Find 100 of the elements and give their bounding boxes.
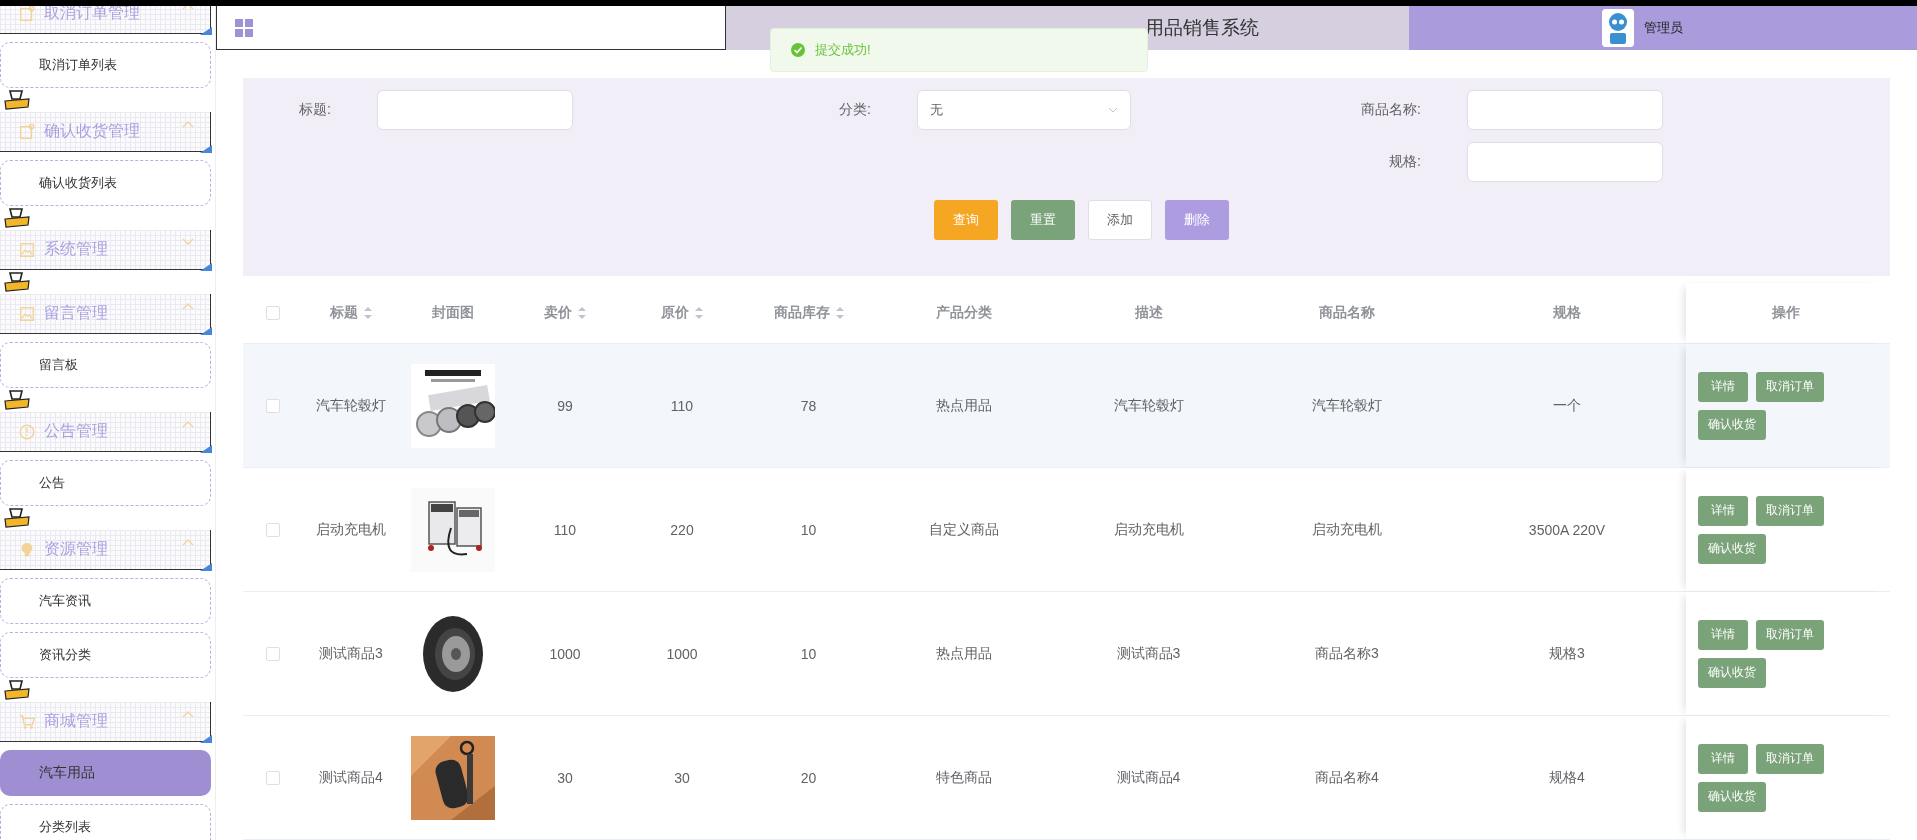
action-button[interactable]: 取消订单 xyxy=(1756,743,1824,774)
action-button[interactable]: 确认收货 xyxy=(1698,657,1766,688)
row-checkbox[interactable] xyxy=(266,646,280,661)
table-cell: 110 xyxy=(670,397,694,414)
field-label: 商品名称: xyxy=(1360,101,1421,119)
action-button[interactable]: 详情 xyxy=(1698,371,1748,402)
menu-item[interactable]: 留言板 xyxy=(0,342,211,388)
menu-group-header[interactable]: 确认收货管理 xyxy=(0,112,211,152)
menu-item[interactable]: 汽车用品 xyxy=(0,750,211,796)
input-field[interactable] xyxy=(1467,142,1663,182)
column-header: 封面图 xyxy=(432,304,474,322)
menu-group-header[interactable]: 系统管理 xyxy=(0,230,211,270)
table-row[interactable]: 测试商品3 1000 1000 10 热点用品 测试商品3 商品名称3 规格3 详情 取消订单 确认收货 xyxy=(243,592,1890,716)
menu-item[interactable]: 取消订单列表 xyxy=(0,42,211,88)
menu-item[interactable]: 汽车资讯 xyxy=(0,578,211,624)
corner-fold-icon xyxy=(200,27,212,35)
check-circle-icon xyxy=(791,43,805,57)
column-header[interactable]: 卖价 xyxy=(544,304,572,322)
column-header[interactable]: 商品库存 xyxy=(773,304,830,322)
table-cell: 1000 xyxy=(549,645,581,662)
menu-group-header[interactable]: 公告管理 xyxy=(0,412,211,452)
table-cell: 测试商品3 xyxy=(319,644,383,663)
cart-icon xyxy=(18,712,36,731)
caret-up-icon xyxy=(182,120,194,128)
table-cell: 测试商品4 xyxy=(319,768,383,787)
table-cell: 商品名称4 xyxy=(1315,768,1379,787)
table-cell: 测试商品4 xyxy=(1116,768,1181,787)
action-button[interactable]: 确认收货 xyxy=(1698,533,1766,564)
binder-clip-icon xyxy=(4,207,30,229)
table-cell: 110 xyxy=(553,521,577,538)
menu-item[interactable]: 资讯分类 xyxy=(0,632,211,678)
table-row[interactable]: 启动充电机 110 220 10 自定义商品 启动充电机 启动充电机 3500A 220V 详情 取消订单 确认收货 xyxy=(243,468,1890,592)
action-button[interactable]: 详情 xyxy=(1698,743,1748,774)
corner-fold-icon xyxy=(200,563,212,571)
action-button[interactable]: 取消订单 xyxy=(1756,371,1824,402)
action-button[interactable]: 确认收货 xyxy=(1698,781,1766,812)
caret-down-icon xyxy=(182,238,194,246)
query-button[interactable]: 查询 xyxy=(934,200,998,240)
sort-icon[interactable] xyxy=(364,307,372,319)
table-cell: 1000 xyxy=(666,645,698,662)
note-icon xyxy=(18,122,36,141)
table-cell: 3500A 220V xyxy=(1528,521,1606,538)
info-icon xyxy=(18,422,36,441)
input-field[interactable] xyxy=(377,90,573,130)
sort-icon[interactable] xyxy=(835,307,844,319)
input-field[interactable] xyxy=(1467,90,1663,130)
delete-button[interactable]: 删除 xyxy=(1165,200,1229,240)
column-header: 规格 xyxy=(1553,304,1581,322)
table-cell: 汽车轮毂灯 xyxy=(1312,396,1382,415)
binder-clip-icon xyxy=(4,89,30,111)
table-cell: 热点用品 xyxy=(935,644,992,663)
binder-clip-icon xyxy=(4,389,30,411)
table-cell: 规格4 xyxy=(1549,768,1585,787)
field-label: 标题: xyxy=(298,101,331,119)
binder-clip-icon xyxy=(4,271,30,293)
table-cell: 测试商品3 xyxy=(1116,644,1181,663)
table-cell: 规格3 xyxy=(1549,644,1585,663)
sort-icon[interactable] xyxy=(695,307,703,319)
table-cell: 20 xyxy=(800,769,817,786)
reset-button[interactable]: 重置 xyxy=(1011,200,1075,240)
table-cell: 自定义商品 xyxy=(928,520,999,539)
menu-item[interactable]: 公告 xyxy=(0,460,211,506)
menu-item[interactable]: 确认收货列表 xyxy=(0,160,211,206)
user-name[interactable]: 管理员 xyxy=(1644,19,1683,37)
column-header: 操作 xyxy=(1772,304,1800,322)
caret-up-icon xyxy=(182,538,194,546)
table-row[interactable]: 汽车轮毂灯 99 110 78 热点用品 汽车轮毂灯 汽车轮毂灯 一个 详情 取消订单 确认收货 xyxy=(243,344,1890,468)
toast-message: 提交成功! xyxy=(815,41,871,59)
menu-icon[interactable] xyxy=(235,18,253,37)
column-header[interactable]: 标题 xyxy=(330,304,358,322)
action-button[interactable]: 取消订单 xyxy=(1756,495,1824,526)
action-button[interactable]: 取消订单 xyxy=(1756,619,1824,650)
column-header[interactable]: 原价 xyxy=(661,304,689,322)
sort-icon[interactable] xyxy=(578,307,586,319)
table-row[interactable]: 测试商品4 30 30 20 特色商品 测试商品4 商品名称4 规格4 详情 取消订单 确认收货 xyxy=(243,716,1890,840)
robot-avatar-icon xyxy=(1602,9,1634,47)
select-all-checkbox[interactable] xyxy=(266,306,280,320)
chevron-down-icon xyxy=(1108,107,1118,113)
row-checkbox[interactable] xyxy=(266,770,280,785)
row-checkbox[interactable] xyxy=(266,522,280,537)
menu-group-header[interactable]: 商城管理 xyxy=(0,702,211,742)
image-icon xyxy=(18,304,36,323)
add-button[interactable]: 添加 xyxy=(1088,200,1152,240)
action-button[interactable]: 详情 xyxy=(1698,495,1748,526)
menu-group-header[interactable]: 资源管理 xyxy=(0,530,211,570)
corner-fold-icon xyxy=(200,445,212,453)
menu-item[interactable]: 分类列表 xyxy=(0,804,211,840)
binder-clip-icon xyxy=(4,507,30,529)
table-cell: 热点用品 xyxy=(935,396,992,415)
category-select[interactable]: 无 xyxy=(917,90,1131,130)
field-label: 分类: xyxy=(838,101,871,119)
corner-fold-icon xyxy=(200,263,212,271)
action-button[interactable]: 确认收货 xyxy=(1698,409,1766,440)
row-checkbox[interactable] xyxy=(266,398,280,413)
menu-group-header[interactable]: 留言管理 xyxy=(0,294,211,334)
action-button[interactable]: 详情 xyxy=(1698,619,1748,650)
table-cell: 启动充电机 xyxy=(1312,520,1382,539)
corner-fold-icon xyxy=(200,735,212,743)
table-cell: 启动充电机 xyxy=(1113,520,1184,539)
table-cell: 30 xyxy=(674,769,690,786)
